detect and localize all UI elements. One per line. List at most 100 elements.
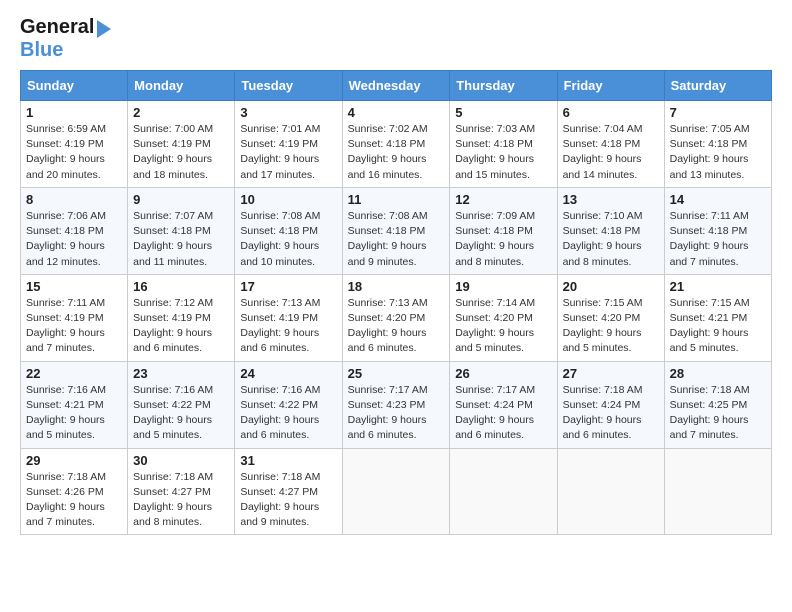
calendar-cell: 29 Sunrise: 7:18 AMSunset: 4:26 PMDayligh… xyxy=(21,448,128,535)
calendar-cell: 2Sunrise: 7:00 AMSunset: 4:19 PMDaylight… xyxy=(128,101,235,188)
day-number: 4 xyxy=(348,105,445,120)
day-info: Sunrise: 7:13 AMSunset: 4:19 PMDaylight:… xyxy=(240,296,336,357)
calendar-week-row: 22 Sunrise: 7:16 AMSunset: 4:21 PMDayligh… xyxy=(21,361,772,448)
calendar-cell: 16 Sunrise: 7:12 AMSunset: 4:19 PMDayligh… xyxy=(128,274,235,361)
header-thursday: Thursday xyxy=(450,71,557,101)
day-number: 8 xyxy=(26,192,122,207)
day-number: 5 xyxy=(455,105,551,120)
day-number: 1 xyxy=(26,105,122,120)
calendar-cell: 6Sunrise: 7:04 AMSunset: 4:18 PMDaylight… xyxy=(557,101,664,188)
calendar-cell: 15Sunrise: 7:11 AMSunset: 4:19 PMDayligh… xyxy=(21,274,128,361)
day-info: Sunrise: 7:16 AMSunset: 4:21 PMDaylight:… xyxy=(26,383,122,444)
calendar-cell: 5 Sunrise: 7:03 AMSunset: 4:18 PMDaylight… xyxy=(450,101,557,188)
day-info: Sunrise: 6:59 AMSunset: 4:19 PMDaylight:… xyxy=(26,122,122,183)
day-info: Sunrise: 7:05 AMSunset: 4:18 PMDaylight:… xyxy=(670,122,766,183)
day-number: 31 xyxy=(240,453,336,468)
logo: General Blue xyxy=(20,16,111,62)
day-number: 26 xyxy=(455,366,551,381)
day-number: 20 xyxy=(563,279,659,294)
day-number: 24 xyxy=(240,366,336,381)
day-number: 17 xyxy=(240,279,336,294)
day-number: 29 xyxy=(26,453,122,468)
header-friday: Friday xyxy=(557,71,664,101)
day-info: Sunrise: 7:06 AMSunset: 4:18 PMDaylight:… xyxy=(26,209,122,270)
day-info: Sunrise: 7:16 AMSunset: 4:22 PMDaylight:… xyxy=(240,383,336,444)
calendar-week-row: 1 Sunrise: 6:59 AMSunset: 4:19 PMDaylight… xyxy=(21,101,772,188)
day-number: 22 xyxy=(26,366,122,381)
day-number: 2 xyxy=(133,105,229,120)
calendar-cell xyxy=(342,448,450,535)
day-info: Sunrise: 7:10 AMSunset: 4:18 PMDaylight:… xyxy=(563,209,659,270)
calendar-cell: 9Sunrise: 7:07 AMSunset: 4:18 PMDaylight… xyxy=(128,187,235,274)
calendar-week-row: 29 Sunrise: 7:18 AMSunset: 4:26 PMDayligh… xyxy=(21,448,772,535)
calendar-cell: 19 Sunrise: 7:14 AMSunset: 4:20 PMDayligh… xyxy=(450,274,557,361)
calendar-header-row: SundayMondayTuesdayWednesdayThursdayFrid… xyxy=(21,71,772,101)
calendar-cell: 10 Sunrise: 7:08 AMSunset: 4:18 PMDayligh… xyxy=(235,187,342,274)
day-info: Sunrise: 7:15 AMSunset: 4:21 PMDaylight:… xyxy=(670,296,766,357)
day-info: Sunrise: 7:08 AMSunset: 4:18 PMDaylight:… xyxy=(348,209,445,270)
day-number: 14 xyxy=(670,192,766,207)
calendar-cell: 17 Sunrise: 7:13 AMSunset: 4:19 PMDayligh… xyxy=(235,274,342,361)
day-info: Sunrise: 7:12 AMSunset: 4:19 PMDaylight:… xyxy=(133,296,229,357)
calendar-cell: 4 Sunrise: 7:02 AMSunset: 4:18 PMDaylight… xyxy=(342,101,450,188)
calendar-cell: 3Sunrise: 7:01 AMSunset: 4:19 PMDaylight… xyxy=(235,101,342,188)
day-info: Sunrise: 7:18 AMSunset: 4:27 PMDaylight:… xyxy=(240,470,336,531)
day-info: Sunrise: 7:11 AMSunset: 4:19 PMDaylight:… xyxy=(26,296,122,357)
calendar-week-row: 15Sunrise: 7:11 AMSunset: 4:19 PMDayligh… xyxy=(21,274,772,361)
day-number: 13 xyxy=(563,192,659,207)
day-info: Sunrise: 7:07 AMSunset: 4:18 PMDaylight:… xyxy=(133,209,229,270)
calendar-cell: 22 Sunrise: 7:16 AMSunset: 4:21 PMDayligh… xyxy=(21,361,128,448)
day-info: Sunrise: 7:17 AMSunset: 4:23 PMDaylight:… xyxy=(348,383,445,444)
day-info: Sunrise: 7:18 AMSunset: 4:25 PMDaylight:… xyxy=(670,383,766,444)
calendar-cell: 13 Sunrise: 7:10 AMSunset: 4:18 PMDayligh… xyxy=(557,187,664,274)
header-tuesday: Tuesday xyxy=(235,71,342,101)
calendar-cell: 12 Sunrise: 7:09 AMSunset: 4:18 PMDayligh… xyxy=(450,187,557,274)
day-number: 16 xyxy=(133,279,229,294)
day-number: 19 xyxy=(455,279,551,294)
day-info: Sunrise: 7:13 AMSunset: 4:20 PMDaylight:… xyxy=(348,296,445,357)
calendar-cell: 28 Sunrise: 7:18 AMSunset: 4:25 PMDayligh… xyxy=(664,361,771,448)
day-info: Sunrise: 7:18 AMSunset: 4:27 PMDaylight:… xyxy=(133,470,229,531)
day-info: Sunrise: 7:03 AMSunset: 4:18 PMDaylight:… xyxy=(455,122,551,183)
day-number: 30 xyxy=(133,453,229,468)
logo-blue-text: Blue xyxy=(20,39,63,62)
day-info: Sunrise: 7:15 AMSunset: 4:20 PMDaylight:… xyxy=(563,296,659,357)
calendar-cell: 11 Sunrise: 7:08 AMSunset: 4:18 PMDayligh… xyxy=(342,187,450,274)
calendar-cell: 14 Sunrise: 7:11 AMSunset: 4:18 PMDayligh… xyxy=(664,187,771,274)
calendar-cell: 18 Sunrise: 7:13 AMSunset: 4:20 PMDayligh… xyxy=(342,274,450,361)
day-number: 25 xyxy=(348,366,445,381)
day-info: Sunrise: 7:18 AMSunset: 4:26 PMDaylight:… xyxy=(26,470,122,531)
day-info: Sunrise: 7:09 AMSunset: 4:18 PMDaylight:… xyxy=(455,209,551,270)
day-info: Sunrise: 7:14 AMSunset: 4:20 PMDaylight:… xyxy=(455,296,551,357)
calendar-cell: 31 Sunrise: 7:18 AMSunset: 4:27 PMDayligh… xyxy=(235,448,342,535)
day-info: Sunrise: 7:01 AMSunset: 4:19 PMDaylight:… xyxy=(240,122,336,183)
day-number: 18 xyxy=(348,279,445,294)
day-number: 23 xyxy=(133,366,229,381)
day-info: Sunrise: 7:04 AMSunset: 4:18 PMDaylight:… xyxy=(563,122,659,183)
calendar-cell: 24 Sunrise: 7:16 AMSunset: 4:22 PMDayligh… xyxy=(235,361,342,448)
day-info: Sunrise: 7:11 AMSunset: 4:18 PMDaylight:… xyxy=(670,209,766,270)
header-sunday: Sunday xyxy=(21,71,128,101)
day-number: 11 xyxy=(348,192,445,207)
calendar-cell: 30 Sunrise: 7:18 AMSunset: 4:27 PMDayligh… xyxy=(128,448,235,535)
calendar-cell xyxy=(557,448,664,535)
calendar-cell xyxy=(450,448,557,535)
calendar-cell: 20 Sunrise: 7:15 AMSunset: 4:20 PMDayligh… xyxy=(557,274,664,361)
day-number: 21 xyxy=(670,279,766,294)
calendar-table: SundayMondayTuesdayWednesdayThursdayFrid… xyxy=(20,70,772,535)
calendar-cell: 8 Sunrise: 7:06 AMSunset: 4:18 PMDaylight… xyxy=(21,187,128,274)
day-number: 10 xyxy=(240,192,336,207)
day-number: 12 xyxy=(455,192,551,207)
header-monday: Monday xyxy=(128,71,235,101)
day-info: Sunrise: 7:18 AMSunset: 4:24 PMDaylight:… xyxy=(563,383,659,444)
calendar-cell: 21 Sunrise: 7:15 AMSunset: 4:21 PMDayligh… xyxy=(664,274,771,361)
day-info: Sunrise: 7:02 AMSunset: 4:18 PMDaylight:… xyxy=(348,122,445,183)
header-saturday: Saturday xyxy=(664,71,771,101)
calendar-week-row: 8 Sunrise: 7:06 AMSunset: 4:18 PMDaylight… xyxy=(21,187,772,274)
day-info: Sunrise: 7:08 AMSunset: 4:18 PMDaylight:… xyxy=(240,209,336,270)
logo-general-text: General xyxy=(20,16,94,39)
calendar-cell: 7Sunrise: 7:05 AMSunset: 4:18 PMDaylight… xyxy=(664,101,771,188)
calendar-cell: 27Sunrise: 7:18 AMSunset: 4:24 PMDayligh… xyxy=(557,361,664,448)
day-number: 28 xyxy=(670,366,766,381)
calendar-cell: 23Sunrise: 7:16 AMSunset: 4:22 PMDayligh… xyxy=(128,361,235,448)
